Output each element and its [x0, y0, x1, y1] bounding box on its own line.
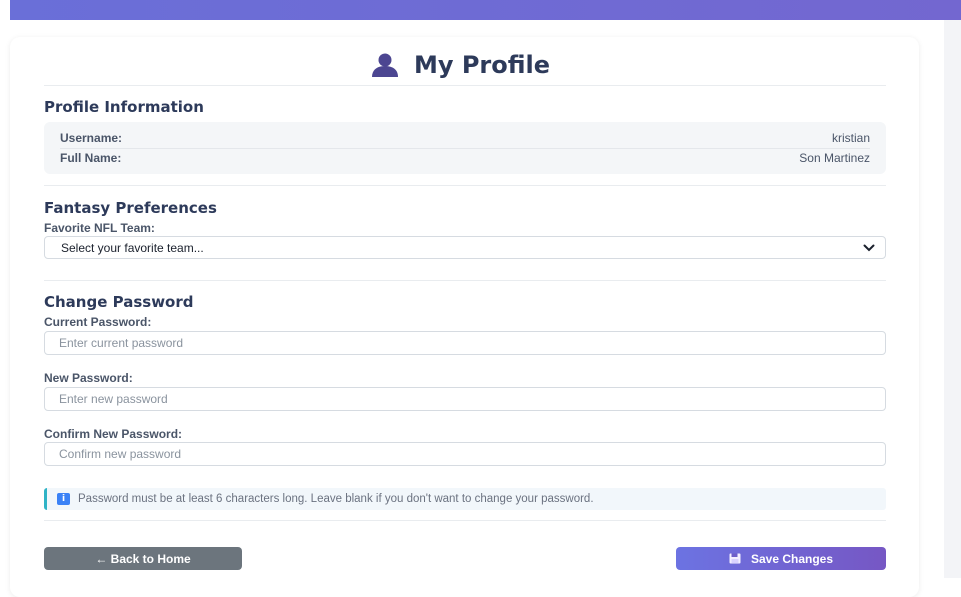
favorite-team-label: Favorite NFL Team:: [44, 221, 155, 235]
change-password-heading: Change Password: [44, 293, 194, 311]
fullname-label: Full Name:: [60, 151, 122, 165]
fullname-value: Son Martinez: [799, 151, 870, 165]
current-password-label: Current Password:: [44, 315, 152, 329]
back-to-home-label: ← Back to Home: [95, 551, 191, 566]
chevron-down-icon: [863, 244, 875, 251]
profile-info-box: Username: kristian Full Name: Son Martin…: [44, 122, 886, 174]
username-label: Username:: [60, 130, 123, 145]
save-changes-label: Save Changes: [750, 551, 834, 566]
favorite-team-select[interactable]: Select your favorite team...: [44, 236, 886, 259]
confirm-password-input[interactable]: [44, 442, 886, 466]
page-title: My Profile: [413, 51, 551, 79]
back-to-home-button[interactable]: ← Back to Home: [44, 547, 242, 570]
top-header-bar: [10, 0, 961, 20]
favorite-team-selected-value: Select your favorite team...: [61, 240, 204, 255]
fullname-row: Full Name: Son Martinez: [60, 147, 870, 169]
save-changes-button[interactable]: Save Changes: [676, 547, 886, 570]
profile-info-heading: Profile Information: [44, 98, 204, 116]
info-icon: i: [57, 493, 70, 505]
fantasy-heading: Fantasy Preferences: [44, 199, 217, 217]
user-icon: [371, 53, 398, 77]
fantasy-divider: [44, 280, 886, 281]
password-hint-text: Password must be at least 6 characters l…: [78, 493, 594, 505]
confirm-password-label: Confirm New Password:: [44, 427, 183, 441]
profile-divider: [44, 185, 886, 186]
actions-divider: [44, 520, 886, 521]
page-right-edge: [944, 20, 961, 578]
new-password-input[interactable]: [44, 387, 886, 411]
new-password-label: New Password:: [44, 371, 133, 385]
username-row: Username: kristian: [60, 127, 870, 149]
floppy-disk-icon: [729, 553, 741, 564]
current-password-input[interactable]: [44, 331, 886, 355]
password-hint-note: i Password must be at least 6 characters…: [44, 488, 886, 510]
page-title-row: My Profile: [34, 50, 886, 80]
title-divider: [44, 85, 886, 86]
username-value: kristian: [831, 130, 870, 145]
